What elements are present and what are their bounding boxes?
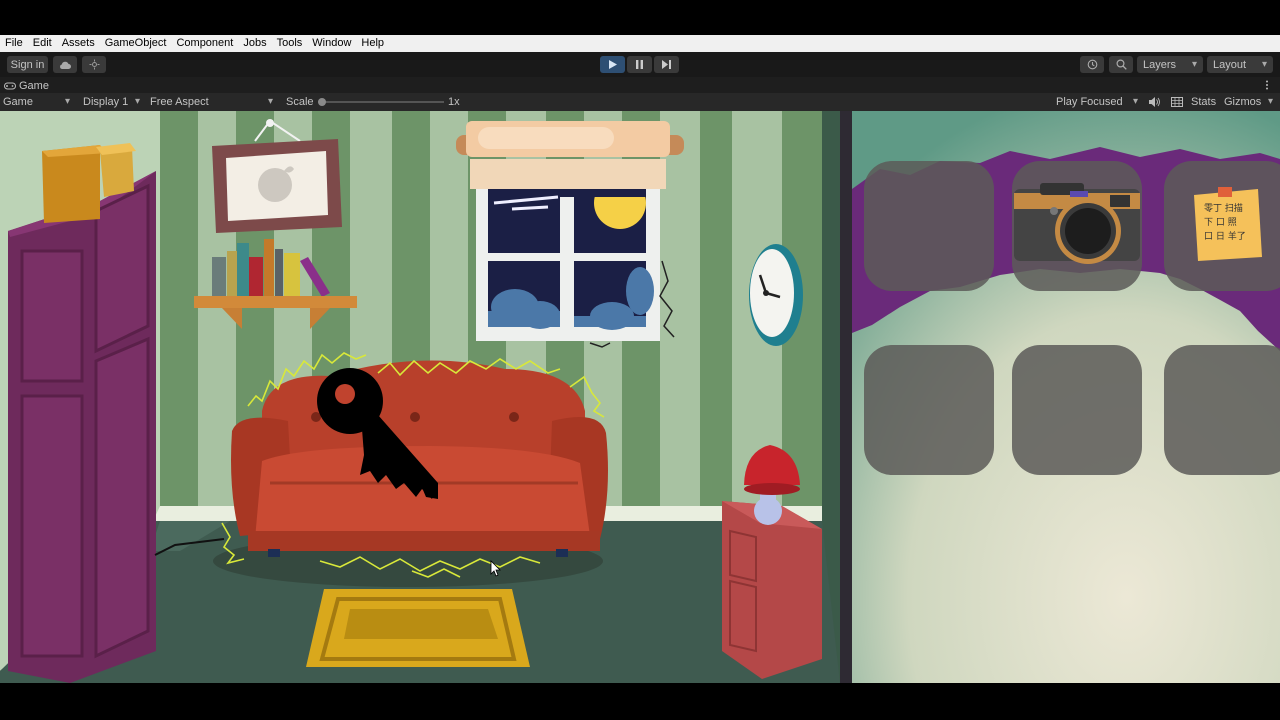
- chevron-down-icon: ▾: [268, 96, 274, 107]
- history-button[interactable]: [1080, 56, 1104, 73]
- display-label: Display 1: [83, 96, 129, 108]
- sign-in-button[interactable]: Sign in: [7, 56, 48, 73]
- menu-dots-icon[interactable]: [1265, 80, 1269, 90]
- menu-bar: File Edit Assets GameObject Component Jo…: [0, 35, 1280, 52]
- tab-game-label: Game: [19, 79, 49, 92]
- layout-label: Layout: [1213, 58, 1247, 71]
- side-table[interactable]: [722, 501, 822, 679]
- play-icon: [608, 60, 617, 69]
- menu-component[interactable]: Component: [171, 35, 238, 52]
- main-toolbar: Sign in Layers Layout: [0, 52, 1280, 77]
- cloud-button[interactable]: [53, 56, 77, 73]
- sticky-note-item[interactable]: 零丁 扫描 下 口 照 口 日 羊了: [1194, 187, 1262, 261]
- note-text-line-3: 口 日 羊了: [1204, 230, 1246, 242]
- play-button[interactable]: [600, 56, 625, 73]
- game-mode-label: Game: [3, 96, 33, 108]
- menu-edit[interactable]: Edit: [28, 35, 57, 52]
- chevron-down-icon: ▾: [135, 96, 141, 107]
- wardrobe[interactable]: [8, 171, 156, 683]
- menu-file[interactable]: File: [0, 35, 28, 52]
- inventory-slot-6[interactable]: [1164, 345, 1280, 475]
- chevron-down-icon: ▾: [1133, 96, 1139, 107]
- gizmos-dropdown[interactable]: Gizmos ▾: [1224, 93, 1276, 111]
- aspect-label: Free Aspect: [150, 96, 209, 108]
- layers-label: Layers: [1143, 58, 1177, 71]
- layers-dropdown[interactable]: Layers: [1137, 56, 1203, 73]
- letterbox-top: [0, 0, 1280, 35]
- menu-jobs[interactable]: Jobs: [238, 35, 271, 52]
- pause-icon: [636, 60, 643, 69]
- camera-item[interactable]: [1014, 183, 1140, 264]
- window-blind[interactable]: [456, 121, 684, 189]
- stats-button[interactable]: Stats: [1191, 93, 1216, 111]
- room-scene: [0, 111, 840, 683]
- window[interactable]: [476, 177, 660, 341]
- scale-value: 1x: [448, 96, 460, 108]
- chevron-down-icon: ▾: [1268, 96, 1274, 107]
- stats-grid-icon[interactable]: [1171, 97, 1183, 107]
- gamepad-icon: [4, 82, 16, 89]
- menu-tools[interactable]: Tools: [272, 35, 308, 52]
- note-text-line-2: 下 口 照: [1204, 217, 1237, 228]
- menu-gameobject[interactable]: GameObject: [100, 35, 172, 52]
- note-text-line-1: 零丁 扫描: [1204, 202, 1243, 214]
- search-button[interactable]: [1109, 56, 1133, 73]
- history-icon: [1087, 59, 1097, 70]
- aspect-dropdown[interactable]: Free Aspect ▾: [150, 93, 278, 111]
- game-scene: 零丁 扫描 下 口 照 口 日 羊了: [0, 111, 1280, 683]
- tab-bar: Game: [0, 77, 1280, 93]
- chevron-down-icon: ▾: [65, 96, 71, 107]
- scale-label: Scale: [286, 96, 314, 108]
- letterbox-bottom: [0, 683, 1280, 720]
- gizmos-label: Gizmos: [1224, 96, 1262, 108]
- game-mode-dropdown[interactable]: Game ▾: [3, 93, 75, 111]
- menu-assets[interactable]: Assets: [57, 35, 100, 52]
- search-icon: [1115, 59, 1127, 70]
- audio-icon[interactable]: [1149, 97, 1160, 107]
- inventory-slot-1[interactable]: [864, 161, 994, 291]
- scale-slider-handle[interactable]: [318, 98, 326, 106]
- step-icon: [662, 60, 671, 69]
- game-viewport[interactable]: 零丁 扫描 下 口 照 口 日 羊了: [0, 111, 1280, 683]
- menu-window[interactable]: Window: [307, 35, 356, 52]
- sofa[interactable]: [231, 360, 608, 557]
- floor-rug[interactable]: [306, 589, 530, 667]
- inventory-panel: 零丁 扫描 下 口 照 口 日 羊了: [840, 111, 1280, 683]
- inventory-slot-5[interactable]: [1012, 345, 1142, 475]
- game-view-toolbar: Game ▾ Display 1 ▾ Free Aspect ▾ Scale 1x P…: [0, 93, 1280, 111]
- cloud-icon: [60, 61, 71, 69]
- sign-in-label: Sign in: [10, 58, 45, 71]
- tab-game[interactable]: Game: [4, 78, 49, 93]
- layout-dropdown[interactable]: Layout: [1207, 56, 1273, 73]
- play-focused-dropdown[interactable]: Play Focused ▾: [1056, 93, 1142, 111]
- step-button[interactable]: [654, 56, 679, 73]
- display-dropdown[interactable]: Display 1 ▾: [83, 93, 145, 111]
- collab-icon: [89, 59, 99, 70]
- collab-button[interactable]: [82, 56, 106, 73]
- scale-slider-track[interactable]: [318, 101, 444, 103]
- play-focused-label: Play Focused: [1056, 96, 1123, 108]
- menu-help[interactable]: Help: [356, 35, 389, 52]
- wall-clock[interactable]: [749, 244, 803, 346]
- inventory-slot-4[interactable]: [864, 345, 994, 475]
- pause-button[interactable]: [627, 56, 652, 73]
